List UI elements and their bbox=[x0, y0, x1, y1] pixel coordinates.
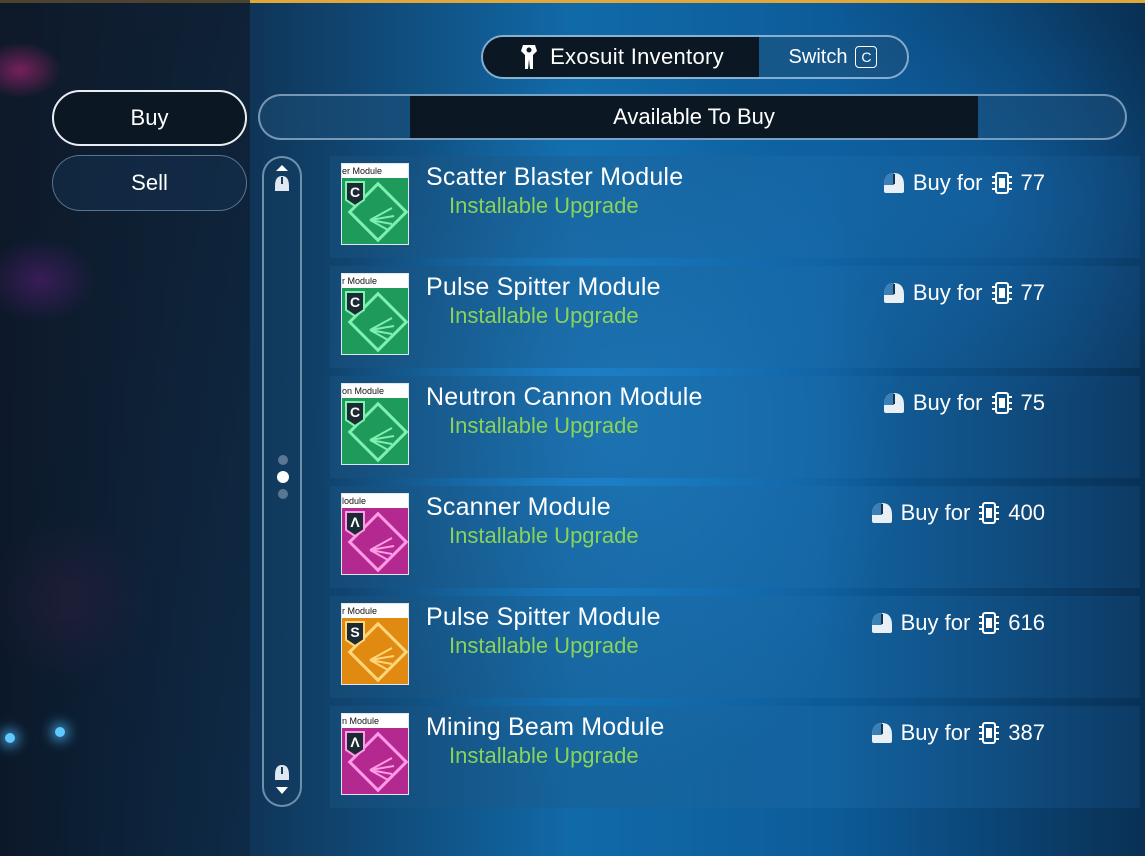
item-thumbnail: r Module S bbox=[341, 603, 409, 685]
buy-label: Buy for bbox=[912, 170, 983, 195]
shop-item-row[interactable]: on Module C Neutron Cannon Module Instal… bbox=[330, 376, 1140, 478]
svg-text:C: C bbox=[350, 294, 360, 310]
item-thumbnail: er Module C bbox=[341, 163, 409, 245]
inventory-label: Exosuit Inventory bbox=[550, 44, 724, 69]
switch-key-hint: C bbox=[855, 46, 878, 68]
switch-label: Switch bbox=[788, 45, 848, 68]
thumbnail-label: er Module bbox=[342, 164, 408, 178]
scroll-up-icon[interactable] bbox=[271, 164, 293, 194]
svg-text:C: C bbox=[350, 404, 360, 420]
scroll-down-icon[interactable] bbox=[271, 765, 293, 795]
shop-item-row[interactable]: n Module Λ Mining Beam Module Installabl… bbox=[330, 706, 1140, 808]
item-type: Installable Upgrade bbox=[449, 413, 639, 438]
buy-price[interactable]: Buy for 75 bbox=[881, 390, 1045, 416]
item-thumbnail: r Module C bbox=[341, 273, 409, 355]
list-header: Available To Buy bbox=[258, 94, 1127, 140]
upgrade-module-icon: S bbox=[342, 618, 408, 684]
nanite-icon bbox=[979, 722, 1000, 744]
mouse-click-icon bbox=[871, 613, 892, 633]
thumbnail-label: n Module bbox=[342, 714, 408, 728]
item-name: Pulse Spitter Module bbox=[426, 273, 661, 301]
item-name: Mining Beam Module bbox=[426, 713, 665, 741]
background-light bbox=[55, 727, 65, 737]
price-value: 400 bbox=[1008, 500, 1045, 525]
buy-label: Buy for bbox=[912, 390, 983, 415]
item-type: Installable Upgrade bbox=[449, 743, 639, 768]
background-light bbox=[5, 733, 15, 743]
mouse-click-icon bbox=[883, 173, 904, 193]
svg-text:S: S bbox=[350, 624, 359, 640]
shop-item-row[interactable]: lodule Λ Scanner Module Installable Upgr… bbox=[330, 486, 1140, 588]
shop-item-row[interactable]: er Module C Scatter Blaster Module Insta… bbox=[330, 156, 1140, 258]
buy-price[interactable]: Buy for 77 bbox=[881, 170, 1045, 196]
item-thumbnail: on Module C bbox=[341, 383, 409, 465]
tab-sell[interactable]: Sell bbox=[52, 155, 247, 211]
buy-label: Buy for bbox=[900, 720, 971, 745]
item-type: Installable Upgrade bbox=[449, 523, 639, 548]
item-name: Scanner Module bbox=[426, 493, 611, 521]
price-value: 77 bbox=[1020, 170, 1045, 195]
tab-sell-label: Sell bbox=[131, 170, 168, 195]
nanite-icon bbox=[991, 172, 1012, 194]
mouse-click-icon bbox=[871, 503, 892, 523]
exosuit-icon bbox=[521, 45, 538, 69]
item-name: Neutron Cannon Module bbox=[426, 383, 703, 411]
upgrade-module-icon: C bbox=[342, 178, 408, 244]
item-thumbnail: n Module Λ bbox=[341, 713, 409, 795]
item-thumbnail: lodule Λ bbox=[341, 493, 409, 575]
item-name: Pulse Spitter Module bbox=[426, 603, 661, 631]
switch-inventory-button[interactable]: Switch C bbox=[759, 37, 907, 77]
shop-item-row[interactable]: r Module C Pulse Spitter Module Installa… bbox=[330, 266, 1140, 368]
inventory-switch: Exosuit Inventory Switch C bbox=[481, 35, 909, 79]
buy-label: Buy for bbox=[912, 280, 983, 305]
scrollbar[interactable] bbox=[262, 156, 302, 807]
nanite-icon bbox=[979, 502, 1000, 524]
item-name: Scatter Blaster Module bbox=[426, 163, 684, 191]
nanite-icon bbox=[991, 392, 1012, 414]
shop-item-row[interactable]: r Module S Pulse Spitter Module Installa… bbox=[330, 596, 1140, 698]
buy-price[interactable]: Buy for 400 bbox=[869, 500, 1045, 526]
price-value: 387 bbox=[1008, 720, 1045, 745]
item-type: Installable Upgrade bbox=[449, 633, 639, 658]
thumbnail-label: lodule bbox=[342, 494, 408, 508]
mouse-click-icon bbox=[883, 283, 904, 303]
buy-price[interactable]: Buy for 77 bbox=[881, 280, 1045, 306]
thumbnail-label: r Module bbox=[342, 274, 408, 288]
scroll-dot bbox=[278, 455, 288, 465]
buy-label: Buy for bbox=[900, 500, 971, 525]
svg-text:Λ: Λ bbox=[350, 514, 360, 530]
scroll-dot bbox=[278, 489, 288, 499]
buy-label: Buy for bbox=[900, 610, 971, 635]
thumbnail-label: on Module bbox=[342, 384, 408, 398]
item-type: Installable Upgrade bbox=[449, 303, 639, 328]
price-value: 75 bbox=[1020, 390, 1045, 415]
upgrade-module-icon: Λ bbox=[342, 728, 408, 794]
mouse-click-icon bbox=[883, 393, 904, 413]
tab-buy-label: Buy bbox=[130, 105, 169, 130]
nanite-icon bbox=[979, 612, 1000, 634]
list-title: Available To Buy bbox=[410, 96, 978, 138]
upgrade-module-icon: C bbox=[342, 398, 408, 464]
mouse-click-icon bbox=[871, 723, 892, 743]
scroll-dot-active bbox=[277, 471, 289, 483]
price-value: 616 bbox=[1008, 610, 1045, 635]
thumbnail-label: r Module bbox=[342, 604, 408, 618]
upgrade-module-icon: Λ bbox=[342, 508, 408, 574]
buy-price[interactable]: Buy for 387 bbox=[869, 720, 1045, 746]
inventory-label-box: Exosuit Inventory bbox=[483, 37, 759, 77]
buy-price[interactable]: Buy for 616 bbox=[869, 610, 1045, 636]
tab-buy[interactable]: Buy bbox=[52, 90, 247, 146]
svg-text:Λ: Λ bbox=[350, 734, 360, 750]
upgrade-module-icon: C bbox=[342, 288, 408, 354]
item-type: Installable Upgrade bbox=[449, 193, 639, 218]
price-value: 77 bbox=[1020, 280, 1045, 305]
svg-text:C: C bbox=[350, 184, 360, 200]
nanite-icon bbox=[991, 282, 1012, 304]
